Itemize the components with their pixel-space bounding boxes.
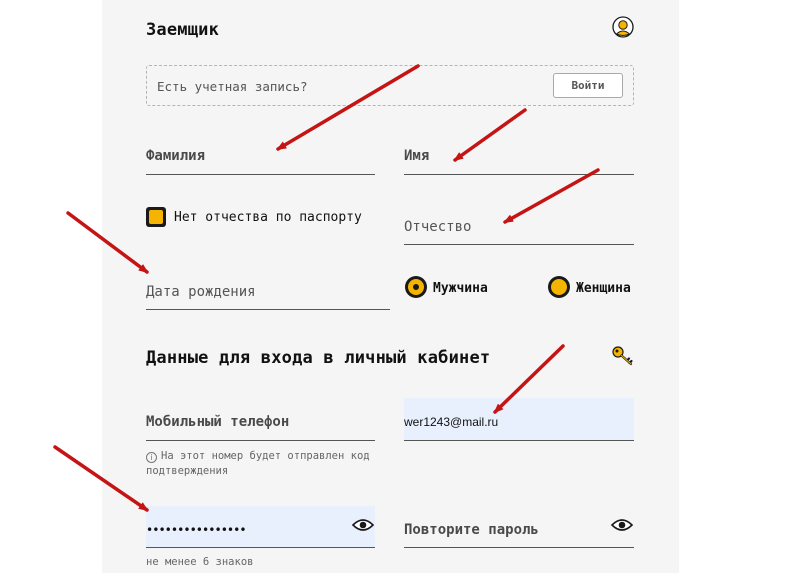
info-icon: i	[146, 452, 157, 463]
account-section-title: Данные для входа в личный кабинет	[146, 348, 491, 368]
borrower-section-title: Заемщик	[146, 20, 220, 40]
phone-hint-line2: подтверждения	[146, 465, 229, 477]
birth-date-label: Дата рождения	[146, 284, 256, 300]
mobile-phone-label: Мобильный телефон	[146, 414, 290, 430]
email-value: wer1243@mail.ru	[404, 415, 499, 429]
mobile-phone-field[interactable]: Мобильный телефон	[146, 405, 375, 441]
last-name-label: Фамилия	[146, 148, 206, 164]
email-field[interactable]: wer1243@mail.ru	[404, 398, 634, 441]
existing-account-box: Есть учетная запись? Войти	[146, 65, 634, 106]
repeat-password-field[interactable]: Повторите пароль	[404, 512, 634, 548]
login-prompt: Есть учетная запись?	[157, 79, 308, 94]
show-password-eye-icon[interactable]	[352, 518, 374, 532]
gender-male-radio[interactable]	[405, 276, 427, 298]
repeat-password-label: Повторите пароль	[404, 522, 539, 538]
no-patronymic-checkbox[interactable]	[146, 207, 166, 227]
gender-female-radio[interactable]	[548, 276, 570, 298]
patronymic-field[interactable]: Отчество	[404, 210, 634, 245]
key-icon	[612, 346, 633, 366]
gender-male-label: Мужчина	[433, 281, 488, 296]
password-field[interactable]: ••••••••••••••••	[146, 506, 375, 548]
password-value: ••••••••••••••••	[146, 523, 247, 537]
password-hint: не менее 6 знаков	[146, 556, 254, 568]
birth-date-field[interactable]: Дата рождения	[146, 275, 390, 310]
user-profile-icon[interactable]	[612, 16, 634, 38]
no-patronymic-label: Нет отчества по паспорту	[174, 210, 362, 225]
show-repeat-password-eye-icon[interactable]	[611, 518, 633, 532]
patronymic-label: Отчество	[404, 219, 472, 235]
login-button[interactable]: Войти	[553, 73, 623, 98]
first-name-label: Имя	[404, 148, 430, 164]
first-name-field[interactable]: Имя	[404, 140, 634, 175]
phone-hint-line1: На этот номер будет отправлен код	[161, 450, 370, 462]
last-name-field[interactable]: Фамилия	[146, 140, 375, 175]
phone-hint: i На этот номер будет отправлен код подтв…	[146, 449, 386, 479]
gender-female-label: Женщина	[576, 281, 631, 296]
